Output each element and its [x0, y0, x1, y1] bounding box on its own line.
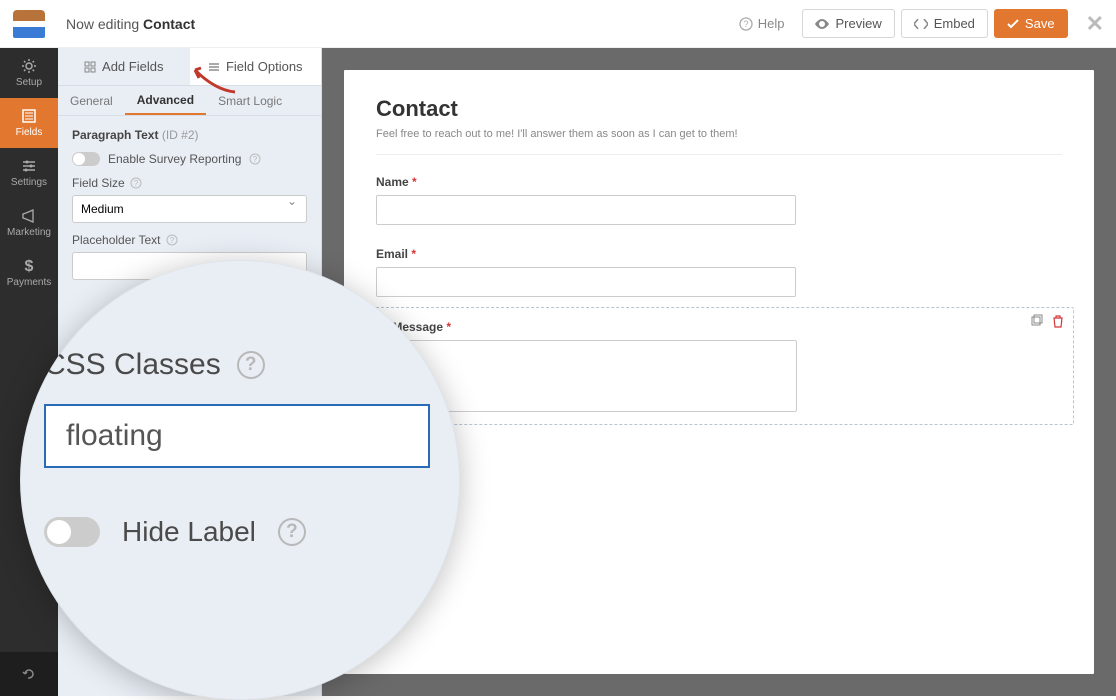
- nav-fields[interactable]: Fields: [0, 98, 58, 148]
- nav-undo[interactable]: [0, 652, 58, 696]
- survey-report-toggle[interactable]: [72, 152, 100, 166]
- help-icon[interactable]: ?: [249, 153, 261, 165]
- code-icon: [914, 19, 928, 29]
- name-input[interactable]: [376, 195, 796, 225]
- megaphone-icon: [21, 208, 37, 224]
- hide-label-toggle[interactable]: [44, 517, 100, 547]
- subtab-advanced[interactable]: Advanced: [125, 86, 206, 115]
- check-icon: [1007, 19, 1019, 29]
- help-icon[interactable]: ?: [166, 234, 178, 246]
- help-button[interactable]: ? Help: [739, 16, 785, 31]
- svg-text:?: ?: [133, 179, 138, 188]
- logo: [0, 10, 58, 38]
- gear-icon: [21, 58, 37, 74]
- survey-report-label: Enable Survey Reporting: [108, 152, 241, 166]
- selected-field[interactable]: or Message *: [364, 307, 1074, 425]
- dollar-icon: $: [21, 258, 37, 274]
- subtab-general[interactable]: General: [58, 86, 125, 115]
- form-description: Feel free to reach out to me! I'll answe…: [376, 128, 1062, 155]
- trash-icon[interactable]: [1051, 314, 1065, 328]
- css-classes-label: CSS Classes: [44, 348, 221, 382]
- nav-payments[interactable]: $ Payments: [0, 248, 58, 298]
- eye-icon: [815, 19, 829, 29]
- nav-settings[interactable]: Settings: [0, 148, 58, 198]
- topbar: Now editing Contact ? Help Preview Embed…: [0, 0, 1116, 48]
- embed-button[interactable]: Embed: [901, 9, 988, 38]
- email-input[interactable]: [376, 267, 796, 297]
- hide-label-text: Hide Label: [122, 516, 256, 548]
- tab-add-fields[interactable]: Add Fields: [58, 48, 190, 85]
- help-icon[interactable]: ?: [237, 351, 265, 379]
- nav-marketing[interactable]: Marketing: [0, 198, 58, 248]
- grid-icon: [84, 61, 96, 73]
- svg-text:$: $: [25, 258, 34, 274]
- css-classes-input[interactable]: [44, 404, 430, 468]
- subtab-smart-logic[interactable]: Smart Logic: [206, 86, 294, 115]
- now-editing-label: Now editing Contact: [66, 16, 195, 32]
- form-card: Contact Feel free to reach out to me! I'…: [344, 70, 1094, 674]
- save-button[interactable]: Save: [994, 9, 1068, 38]
- field-name[interactable]: Name *: [376, 175, 1062, 225]
- svg-text:?: ?: [253, 155, 258, 164]
- field-email[interactable]: Email *: [376, 247, 1062, 297]
- tab-field-options[interactable]: Field Options: [190, 48, 322, 85]
- field-size-select[interactable]: Medium: [72, 195, 307, 223]
- duplicate-icon[interactable]: [1029, 314, 1043, 328]
- nav-setup[interactable]: Setup: [0, 48, 58, 98]
- close-button[interactable]: ✕: [1086, 11, 1104, 37]
- placeholder-label: Placeholder Text: [72, 233, 161, 247]
- sliders-icon: [208, 61, 220, 73]
- field-type-header: Paragraph Text (ID #2): [72, 128, 307, 142]
- preview-button[interactable]: Preview: [802, 9, 894, 38]
- svg-text:?: ?: [169, 236, 174, 245]
- help-icon[interactable]: ?: [278, 518, 306, 546]
- svg-text:?: ?: [743, 19, 748, 29]
- form-title: Contact: [376, 96, 1062, 122]
- field-size-label: Field Size: [72, 176, 125, 190]
- help-icon[interactable]: ?: [130, 177, 142, 189]
- list-icon: [21, 108, 37, 124]
- sliders-icon: [21, 158, 37, 174]
- logo-icon: [13, 10, 45, 38]
- zoom-callout: CSS Classes ? Hide Label ?: [20, 260, 460, 700]
- help-icon: ?: [739, 17, 753, 31]
- preview-area: Contact Feel free to reach out to me! I'…: [322, 48, 1116, 696]
- undo-icon: [21, 666, 37, 682]
